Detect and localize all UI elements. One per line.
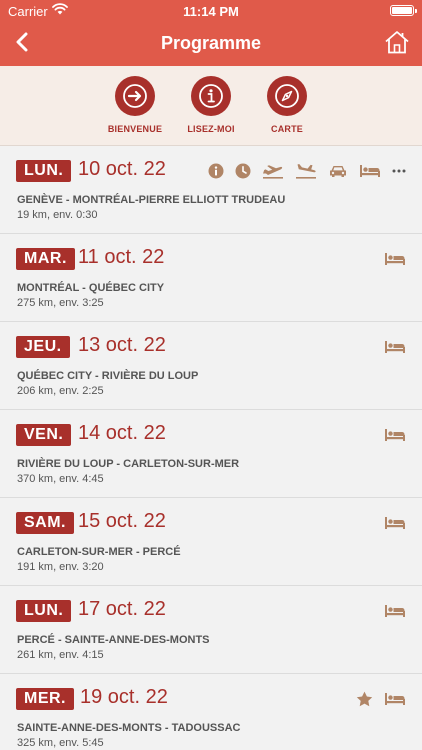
route-label: CARLETON-SUR-MER - PERCÉ [17, 546, 181, 558]
itinerary-day-row[interactable]: VEN. 14 oct. 22 RIVIÈRE DU LOUP - CARLET… [0, 410, 422, 498]
bed-icon[interactable] [359, 164, 381, 178]
distance-label: 370 km, env. 4:45 [17, 473, 104, 485]
bed-icon[interactable] [384, 252, 406, 266]
itinerary-day-row[interactable]: JEU. 13 oct. 22 QUÉBEC CITY - RIVIÈRE DU… [0, 322, 422, 410]
bienvenue-label: BIENVENUE [107, 124, 163, 134]
day-date: 17 oct. 22 [78, 598, 166, 620]
distance-label: 325 km, env. 5:45 [17, 737, 104, 749]
itinerary-day-row[interactable]: SAM. 15 oct. 22 CARLETON-SUR-MER - PERCÉ… [0, 498, 422, 586]
star-icon[interactable] [356, 691, 373, 707]
day-date: 15 oct. 22 [78, 510, 166, 532]
route-label: SAINTE-ANNE-DES-MONTS - TADOUSSAC [17, 722, 241, 734]
day-date: 14 oct. 22 [78, 422, 166, 444]
bed-icon[interactable] [384, 604, 406, 618]
arrow-right-icon [115, 76, 155, 116]
status-time: 11:14 PM [183, 4, 239, 19]
distance-label: 275 km, env. 3:25 [17, 297, 104, 309]
home-icon [384, 29, 410, 60]
compass-icon [267, 76, 307, 116]
day-badge: LUN. [16, 160, 72, 182]
route-label: QUÉBEC CITY - RIVIÈRE DU LOUP [17, 370, 199, 382]
bed-icon[interactable] [384, 516, 406, 530]
route-label: RIVIÈRE DU LOUP - CARLETON-SUR-MER [17, 458, 240, 470]
day-badge: MER. [16, 688, 74, 710]
distance-label: 261 km, env. 4:15 [17, 649, 104, 661]
day-badge: MAR. [16, 248, 75, 270]
quick-actions-bar: BIENVENUE LISEZ-MOI CARTE [0, 66, 422, 146]
day-date: 10 oct. 22 [78, 158, 166, 180]
battery-icon [390, 5, 417, 16]
more-icon[interactable] [392, 168, 406, 174]
info-icon [191, 76, 231, 116]
lisez-moi-button[interactable]: LISEZ-MOI [171, 76, 251, 134]
day-badge: LUN. [16, 600, 72, 622]
itinerary-day-row[interactable]: MER. 19 oct. 22 SAINTE-ANNE-DES-MONTS - … [0, 674, 422, 750]
nav-bar: Programme [0, 22, 422, 66]
car-icon[interactable] [328, 163, 348, 179]
clock-icon[interactable] [235, 163, 251, 179]
itinerary-day-row[interactable]: LUN. 10 oct. 22 GENÈVE - MONTRÉAL-PIERRE… [0, 146, 422, 234]
itinerary-list: LUN. 10 oct. 22 GENÈVE - MONTRÉAL-PIERRE… [0, 146, 422, 750]
distance-label: 206 km, env. 2:25 [17, 385, 104, 397]
plane-departure-icon[interactable] [262, 163, 284, 179]
route-label: GENÈVE - MONTRÉAL-PIERRE ELLIOTT TRUDEAU [17, 194, 286, 206]
distance-label: 191 km, env. 3:20 [17, 561, 104, 573]
route-label: MONTRÉAL - QUÉBEC CITY [17, 282, 165, 294]
route-label: PERCÉ - SAINTE-ANNE-DES-MONTS [17, 634, 210, 646]
lisez-moi-label: LISEZ-MOI [187, 124, 235, 134]
bienvenue-button[interactable]: BIENVENUE [95, 76, 175, 134]
itinerary-day-row[interactable]: MAR. 11 oct. 22 MONTRÉAL - QUÉBEC CITY 2… [0, 234, 422, 322]
plane-arrival-icon[interactable] [295, 163, 317, 179]
day-date: 11 oct. 22 [78, 246, 165, 268]
bed-icon[interactable] [384, 692, 406, 706]
bed-icon[interactable] [384, 340, 406, 354]
carte-button[interactable]: CARTE [247, 76, 327, 134]
carte-label: CARTE [271, 124, 303, 134]
home-button[interactable] [380, 27, 414, 61]
day-badge: VEN. [16, 424, 72, 446]
day-badge: JEU. [16, 336, 70, 358]
distance-label: 19 km, env. 0:30 [17, 209, 98, 221]
status-bar: Carrier 11:14 PM [0, 0, 422, 22]
bed-icon[interactable] [384, 428, 406, 442]
page-title: Programme [160, 33, 262, 53]
info-icon[interactable] [208, 163, 224, 179]
day-date: 13 oct. 22 [78, 334, 166, 356]
day-date: 19 oct. 22 [80, 686, 168, 708]
itinerary-day-row[interactable]: LUN. 17 oct. 22 PERCÉ - SAINTE-ANNE-DES-… [0, 586, 422, 674]
day-badge: SAM. [16, 512, 74, 534]
